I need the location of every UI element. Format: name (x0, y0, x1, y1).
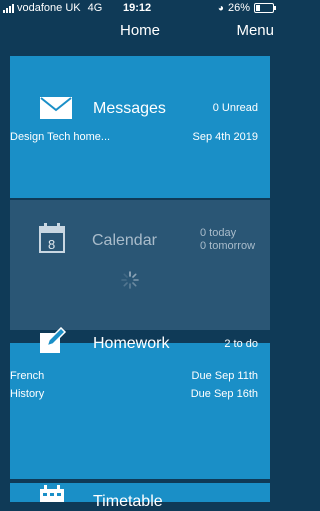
loading-spinner-icon (121, 271, 139, 289)
status-bar: vodafone UK 4G 19:12 ◕ 26% (0, 0, 280, 16)
pencil-edit-icon (40, 327, 67, 353)
envelope-icon (40, 97, 72, 119)
status-time: 19:12 (123, 2, 152, 14)
network-label: 4G (87, 2, 103, 14)
homework-subject-1: French (10, 370, 45, 382)
timetable-tile[interactable]: Timetable (10, 483, 270, 510)
homework-title: Homework (93, 335, 170, 352)
status-left: vodafone UK 4G (3, 2, 102, 14)
homework-tile[interactable]: Homework 2 to do French Due Sep 11th His… (10, 327, 270, 479)
calendar-grid-icon (40, 485, 64, 502)
nav-bar: Home Menu (0, 16, 280, 46)
calendar-title: Calendar (92, 232, 157, 249)
orientation-lock-icon: ◕ (217, 2, 224, 14)
signal-bars-icon (3, 3, 14, 13)
messages-title: Messages (93, 100, 166, 117)
calendar-tile[interactable]: 8 Calendar 0 today 0 tomorrow (10, 200, 270, 330)
status-right: ◕ 26% (217, 2, 276, 14)
homework-due-2: Due Sep 16th (190, 388, 258, 400)
timetable-title: Timetable (93, 493, 163, 510)
calendar-day-number: 8 (48, 237, 56, 252)
menu-button[interactable]: Menu (236, 22, 274, 39)
battery-icon (254, 3, 276, 13)
battery-percent: 26% (227, 2, 250, 14)
homework-due-1: Due Sep 11th (191, 370, 258, 382)
homework-subject-2: History (10, 388, 45, 400)
message-date: Sep 4th 2019 (192, 131, 258, 143)
calendar-tomorrow-count: 0 tomorrow (200, 240, 256, 252)
messages-tile[interactable]: Messages 0 Unread Design Tech home... Se… (10, 56, 270, 198)
homework-count: 2 to do (224, 338, 258, 350)
carrier-label: vodafone UK (17, 2, 81, 14)
message-subject: Design Tech home... (10, 131, 111, 143)
calendar-today-count: 0 today (200, 227, 237, 239)
messages-count: 0 Unread (212, 102, 258, 114)
